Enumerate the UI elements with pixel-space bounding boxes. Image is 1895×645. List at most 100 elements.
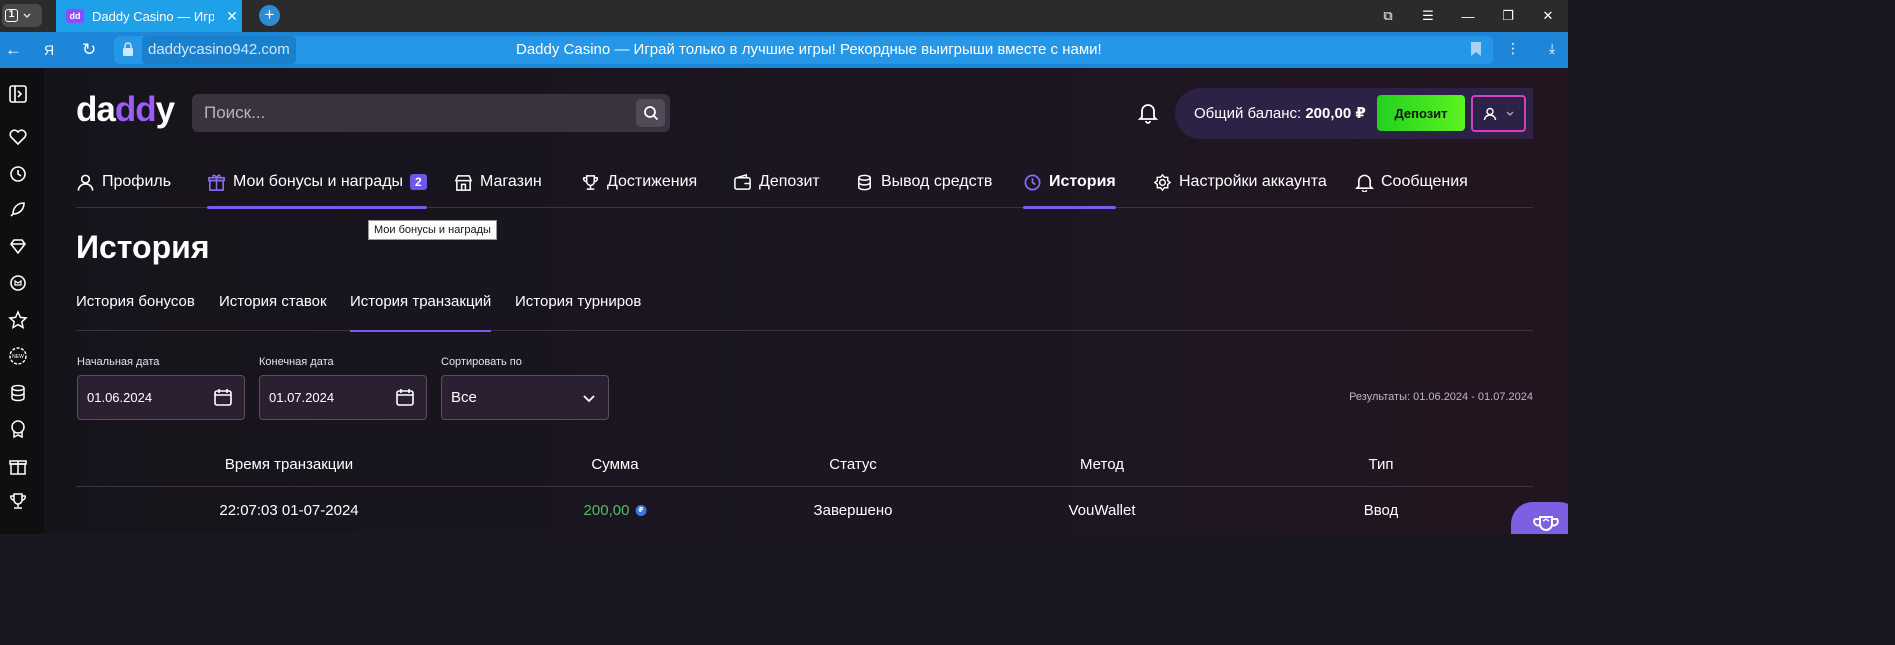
coins-stack-icon[interactable]	[7, 382, 29, 404]
start-date-input[interactable]	[87, 376, 207, 419]
bookmark-icon[interactable]	[1471, 42, 1481, 56]
wallet-icon	[734, 173, 751, 190]
subtab-bet-history[interactable]: История ставок	[219, 290, 327, 331]
back-arrow-icon[interactable]: ←	[5, 40, 22, 60]
column-header-time: Время транзакции	[224, 456, 354, 473]
cell-amount: 200,00 ₽	[584, 502, 647, 519]
sort-select[interactable]: Все	[441, 375, 609, 420]
nav-tab-bonuses[interactable]: Мои бонусы и награды 2	[207, 156, 427, 209]
bookmarks-panel-icon[interactable]: ⧉	[1368, 8, 1408, 24]
gift-icon	[208, 174, 225, 191]
chevron-down-icon	[583, 395, 595, 403]
nav-tab-label: Профиль	[102, 173, 172, 190]
yandex-icon[interactable]: Я	[44, 42, 54, 58]
column-header-method: Метод	[1080, 456, 1124, 473]
cell-method: VouWallet	[1068, 502, 1136, 519]
logo-text-prefix: da	[76, 90, 116, 129]
reload-icon[interactable]: ↻	[82, 40, 96, 60]
nav-tab-store[interactable]: Магазин	[454, 156, 542, 208]
column-header-amount: Сумма	[591, 456, 639, 473]
cell-type: Ввод	[1363, 502, 1399, 519]
url-field[interactable]: daddycasino942.com Daddy Casino — Играй …	[114, 36, 1493, 64]
crown-coin-icon[interactable]	[7, 272, 29, 294]
ruble-currency-icon: ₽	[635, 505, 647, 516]
balance-text: Общий баланс: 200,00 ₽	[1194, 104, 1366, 122]
nav-tab-label: Мои бонусы и награды	[233, 173, 404, 190]
new-tab-button[interactable]: +	[259, 5, 280, 26]
coins-icon	[858, 174, 871, 190]
transactions-table-header: Время транзакции Сумма Статус Метод Тип	[76, 442, 1533, 487]
tab-counter-button[interactable]: 1	[2, 4, 42, 27]
deposit-button[interactable]: Депозит	[1377, 95, 1465, 131]
award-icon[interactable]	[7, 418, 29, 440]
start-date-label: Начальная дата	[77, 356, 160, 368]
diamond-icon[interactable]	[7, 235, 29, 257]
heart-icon[interactable]	[7, 126, 29, 148]
search-icon	[643, 106, 658, 121]
download-icon[interactable]: ⤓	[1549, 40, 1555, 57]
site-favicon: dd	[66, 9, 84, 23]
user-icon	[1483, 107, 1496, 120]
active-underline	[350, 330, 492, 332]
subtab-transaction-history[interactable]: История транзакций	[350, 290, 492, 332]
hover-underline	[207, 206, 427, 209]
nav-tab-withdraw[interactable]: Вывод средств	[855, 156, 992, 208]
results-range-text: Результаты: 01.06.2024 - 01.07.2024	[1349, 391, 1533, 403]
bell-icon	[1355, 174, 1374, 192]
history-icon	[1024, 174, 1041, 190]
minimize-button[interactable]: —	[1448, 9, 1488, 24]
end-date-field[interactable]	[259, 375, 427, 420]
nav-tab-label: Магазин	[480, 173, 542, 190]
balance-value: 200,00 ₽	[1305, 105, 1366, 122]
end-date-input[interactable]	[269, 376, 389, 419]
notifications-bell-icon[interactable]	[1138, 102, 1158, 124]
tab-close-icon[interactable]: ✕	[222, 8, 242, 25]
sidebar-panel-icon[interactable]	[7, 83, 29, 105]
nav-tab-label: Вывод средств	[881, 173, 993, 190]
tournaments-fab-button[interactable]	[1511, 502, 1568, 534]
menu-icon[interactable]: ☰	[1408, 8, 1448, 24]
start-date-field[interactable]	[77, 375, 245, 420]
subtab-tournament-history[interactable]: История турниров	[515, 290, 641, 331]
search-input[interactable]	[204, 94, 624, 132]
tab-title: Daddy Casino — Играй	[92, 8, 214, 24]
logo-text-suffix: y	[155, 90, 175, 129]
chevron-down-icon	[1506, 111, 1513, 116]
nav-tab-profile[interactable]: Профиль	[76, 156, 171, 208]
address-bar-row: ← Я ↻ daddycasino942.com Daddy Casino — …	[0, 32, 1568, 68]
nav-tab-settings[interactable]: Настройки аккаунта	[1153, 156, 1327, 208]
close-window-button[interactable]: ✕	[1528, 8, 1568, 24]
history-subtabs: История бонусов История ставок История т…	[76, 290, 1533, 332]
user-icon	[77, 174, 94, 191]
gift-icon[interactable]	[7, 455, 29, 477]
new-badge-icon[interactable]: NEW	[7, 345, 29, 367]
nav-tab-achievements[interactable]: Достижения	[581, 156, 697, 208]
calendar-icon[interactable]	[213, 387, 233, 407]
page-title: История	[76, 229, 210, 265]
table-row: 22:07:03 01-07-2024 200,00 ₽ Завершено Vo…	[76, 487, 1533, 534]
nav-tab-label: Сообщения	[1381, 173, 1468, 190]
search-button[interactable]	[636, 99, 665, 127]
bonuses-tooltip: Мои бонусы и награды	[368, 220, 497, 240]
daddy-logo[interactable]: daddy	[76, 90, 175, 130]
nav-tab-deposit[interactable]: Депозит	[733, 156, 820, 208]
column-header-status: Статус	[829, 456, 877, 473]
settings-icon	[1153, 173, 1172, 191]
rocket-icon[interactable]	[7, 198, 29, 220]
browser-tab-bar: 1 dd Daddy Casino — Играй ✕ + ⧉ ☰ — ❐ ✕	[0, 0, 1568, 32]
window-controls: ⧉ ☰ — ❐ ✕	[1368, 0, 1568, 32]
user-menu-button[interactable]	[1471, 95, 1526, 132]
subtab-bonus-history[interactable]: История бонусов	[76, 290, 195, 331]
browser-tab-active[interactable]: dd Daddy Casino — Играй ✕	[56, 0, 242, 32]
trophy-icon[interactable]	[7, 490, 29, 512]
nav-tab-history[interactable]: История	[1023, 156, 1116, 209]
history-clock-icon[interactable]	[7, 163, 29, 185]
trophy-icon	[582, 174, 599, 190]
star-icon[interactable]	[7, 309, 29, 331]
browser-sidebar: NEW	[0, 68, 44, 534]
calendar-icon[interactable]	[395, 387, 415, 407]
restore-button[interactable]: ❐	[1488, 8, 1528, 24]
nav-tab-messages[interactable]: Сообщения	[1355, 156, 1468, 208]
more-options-icon[interactable]: ⋮	[1506, 40, 1520, 57]
subtab-label: История транзакций	[350, 293, 492, 310]
